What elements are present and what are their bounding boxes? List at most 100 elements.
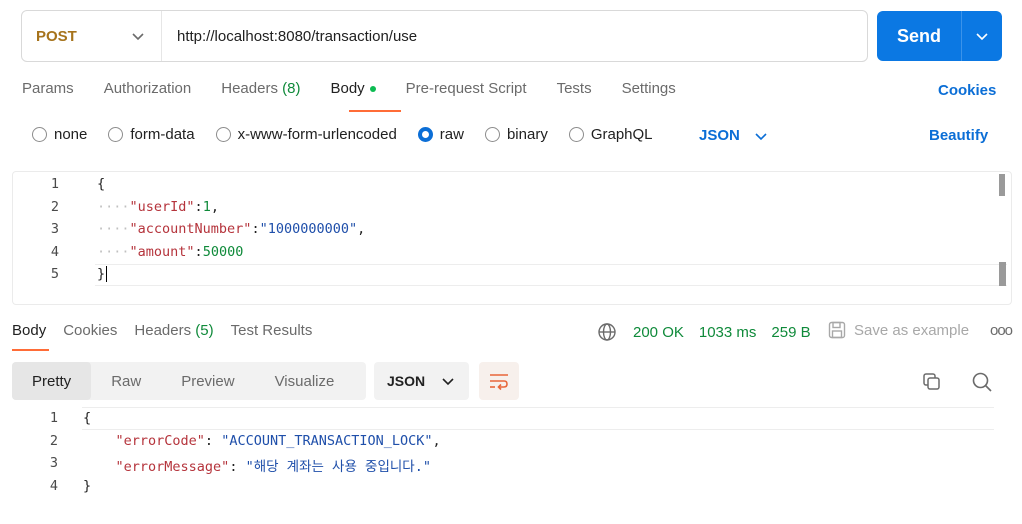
method-label: POST: [36, 27, 77, 45]
chevron-down-icon: [755, 132, 767, 140]
save-icon: [828, 321, 846, 339]
response-time[interactable]: 1033 ms: [699, 324, 757, 341]
tab-tests[interactable]: Tests: [557, 80, 592, 102]
code-line-5: }​: [97, 266, 108, 282]
json-value: "해당 계좌는 사용 중입니다.": [245, 459, 431, 475]
code-line-3: ····"accountNumber":"1000000000",: [97, 221, 366, 237]
chevron-down-icon: [442, 378, 454, 386]
code-line-4: ····"amount":50000: [97, 244, 244, 260]
send-button[interactable]: Send: [877, 11, 1002, 61]
tab-response-headers[interactable]: Headers (5): [134, 322, 213, 339]
line-number: 5: [50, 266, 59, 282]
headers-count: (8): [282, 80, 301, 97]
tab-prerequest-script[interactable]: Pre-request Script: [406, 80, 527, 102]
indent-guide: ····: [97, 244, 130, 260]
json-key: "errorCode": [115, 433, 205, 449]
response-line-4: }: [83, 478, 91, 494]
format-label: JSON: [387, 373, 426, 389]
response-body-viewer[interactable]: 1 2 3 4 { "errorCode": "ACCOUNT_TRANSACT…: [12, 407, 1012, 524]
cookies-link[interactable]: Cookies: [938, 82, 996, 99]
tab-body-label: Body: [330, 80, 365, 97]
search-icon[interactable]: [971, 371, 993, 398]
response-size[interactable]: 259 B: [771, 324, 810, 341]
radio-graphql[interactable]: GraphQL: [568, 126, 653, 143]
brace-open: {: [83, 410, 92, 426]
json-value: "ACCOUNT_TRANSACTION_LOCK": [221, 433, 433, 449]
body-indicator-dot: [369, 86, 376, 93]
line-number: 3: [50, 221, 59, 237]
radio-binary[interactable]: binary: [484, 126, 548, 143]
tab-headers[interactable]: Headers (8): [221, 80, 300, 102]
response-format-select[interactable]: JSON: [374, 362, 469, 400]
language-select[interactable]: JSON: [699, 127, 768, 144]
json-value: "1000000000": [259, 221, 358, 237]
response-line-3: "errorMessage": "해당 계좌는 사용 중입니다.": [115, 459, 431, 475]
json-value: 50000: [202, 244, 244, 260]
more-options-button[interactable]: ooo: [990, 322, 1013, 339]
wrap-lines-icon: [490, 374, 508, 391]
radio-raw[interactable]: raw: [417, 126, 464, 143]
scrollbar-thumb[interactable]: [999, 262, 1006, 286]
tab-authorization[interactable]: Authorization: [104, 80, 192, 102]
tab-response-body[interactable]: Body: [12, 322, 46, 339]
language-label: JSON: [699, 127, 740, 144]
line-number: 3: [49, 455, 58, 471]
body-type-selector: none form-data x-www-form-urlencoded raw…: [32, 126, 674, 143]
code-line-2: ····"userId":1,: [97, 199, 219, 215]
radio-label: raw: [439, 126, 464, 143]
current-line-highlight: [82, 407, 994, 430]
radio-label: GraphQL: [590, 126, 653, 143]
save-as-example-button[interactable]: Save as example: [828, 321, 969, 339]
radio-label: none: [54, 126, 88, 143]
request-tabs: Params Authorization Headers (8) Body Pr…: [22, 80, 706, 102]
chevron-down-icon: [132, 33, 144, 41]
tab-headers-label: Headers: [221, 80, 278, 97]
tab-response-cookies[interactable]: Cookies: [63, 322, 117, 339]
vertical-scrollbar[interactable]: [999, 174, 1005, 196]
json-key: "errorMessage": [115, 459, 230, 475]
brace-open: {: [97, 176, 106, 192]
response-status: 200 OK 1033 ms 259 B: [597, 322, 826, 342]
tab-body[interactable]: Body: [330, 80, 376, 102]
url-input[interactable]: http://localhost:8080/transaction/use: [162, 28, 417, 45]
line-number: 2: [50, 199, 59, 215]
radio-circle-icon: [32, 127, 47, 142]
request-url-bar: POST http://localhost:8080/transaction/u…: [21, 10, 868, 62]
method-select[interactable]: POST: [22, 11, 162, 61]
view-raw[interactable]: Raw: [91, 362, 161, 400]
wrap-lines-button[interactable]: [479, 362, 519, 400]
json-value: 1: [202, 199, 211, 215]
view-preview[interactable]: Preview: [161, 362, 254, 400]
code-line-1: {: [97, 176, 105, 192]
active-tab-underline: [349, 110, 401, 112]
radio-circle-icon: [108, 127, 124, 142]
radio-label: x-www-form-urlencoded: [237, 126, 397, 143]
status-code[interactable]: 200 OK: [633, 324, 684, 341]
globe-icon: [598, 323, 616, 341]
active-response-tab-underline: [12, 349, 49, 351]
indent-guide: ····: [97, 221, 130, 237]
response-tabs: Body Cookies Headers (5) Test Results: [12, 322, 329, 339]
radio-urlencoded[interactable]: x-www-form-urlencoded: [215, 126, 397, 143]
response-view-tabs: Pretty Raw Preview Visualize: [12, 362, 366, 400]
radio-label: binary: [506, 126, 548, 143]
view-pretty[interactable]: Pretty: [12, 362, 92, 400]
tab-test-results[interactable]: Test Results: [231, 322, 313, 339]
tab-settings[interactable]: Settings: [622, 80, 676, 102]
line-number: 2: [49, 433, 58, 449]
tab-label: Headers: [134, 322, 192, 339]
radio-none[interactable]: none: [32, 126, 87, 143]
radio-form-data[interactable]: form-data: [108, 126, 195, 143]
chevron-down-icon: [976, 33, 988, 41]
send-options-button[interactable]: [962, 29, 1002, 43]
request-body-editor[interactable]: 1 2 3 4 5 { ····"userId":1, ····"account…: [12, 171, 1012, 305]
send-label: Send: [896, 25, 941, 46]
tab-params[interactable]: Params: [22, 80, 74, 102]
headers-count: (5): [195, 322, 214, 339]
view-visualize[interactable]: Visualize: [255, 362, 355, 400]
copy-icon[interactable]: [921, 371, 943, 398]
radio-circle-icon: [215, 127, 231, 142]
beautify-button[interactable]: Beautify: [929, 127, 988, 144]
line-number: 4: [49, 478, 58, 494]
save-as-example-label: Save as example: [854, 321, 970, 339]
